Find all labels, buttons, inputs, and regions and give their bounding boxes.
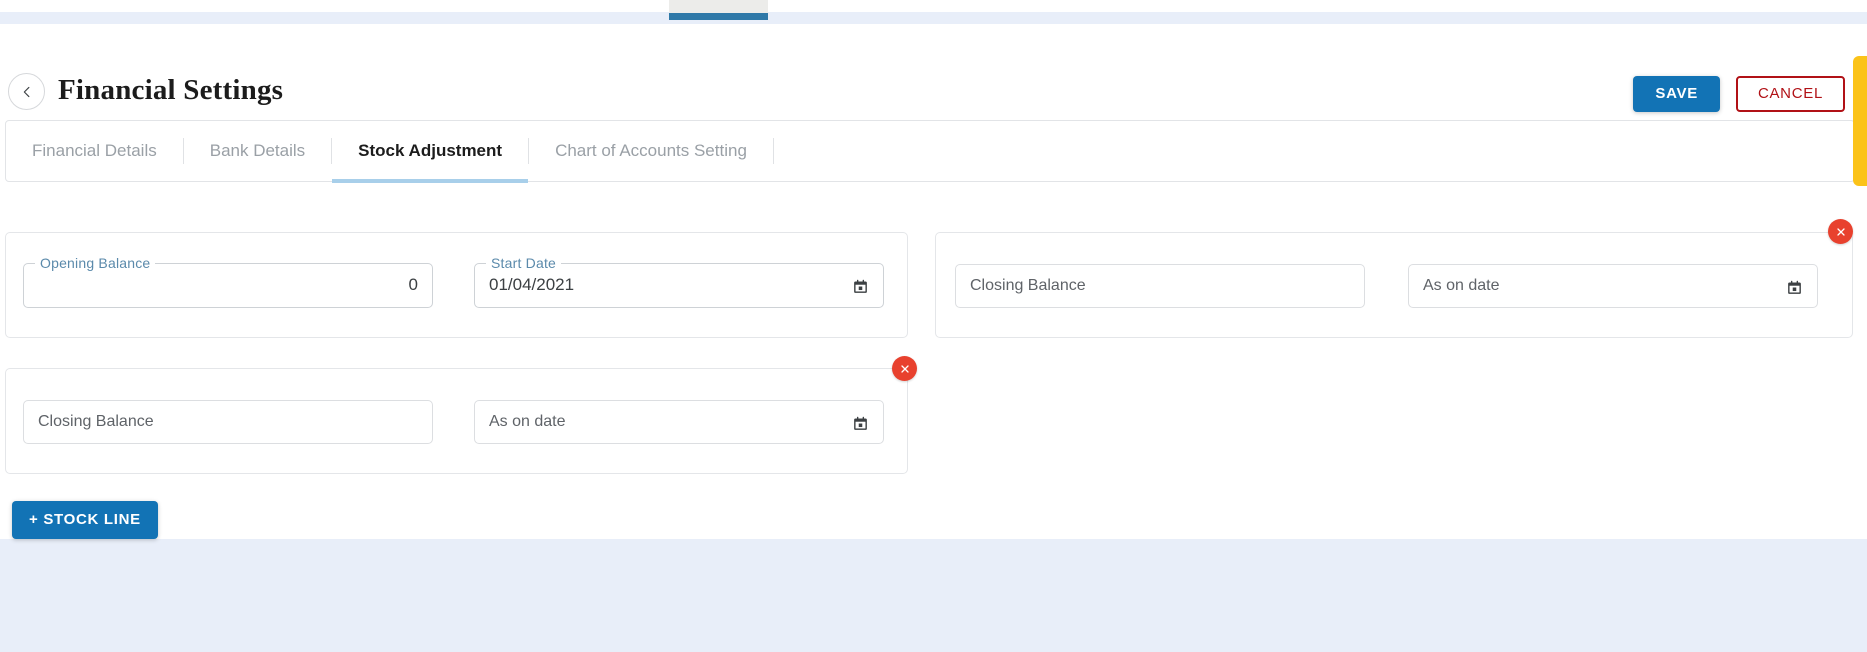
as-on-date-input[interactable]: As on date xyxy=(474,400,884,444)
cancel-button[interactable]: CANCEL xyxy=(1735,76,1845,112)
calendar-icon[interactable] xyxy=(849,412,871,434)
tab-label: Financial Details xyxy=(32,141,157,160)
tab-label: Stock Adjustment xyxy=(358,141,503,160)
opening-balance-value: 0 xyxy=(408,275,418,294)
page-header: Financial Settings SAVE CANCEL xyxy=(0,24,1867,112)
opening-balance-field[interactable]: Opening Balance 0 xyxy=(23,255,433,308)
calendar-icon[interactable] xyxy=(1783,276,1805,298)
start-date-label: Start Date xyxy=(486,255,562,271)
closing-balance-placeholder: Closing Balance xyxy=(970,277,1086,294)
tab-bank-details[interactable]: Bank Details xyxy=(184,121,331,181)
tab-chart-of-accounts-setting[interactable]: Chart of Accounts Setting xyxy=(529,121,773,181)
tabs-row: Financial Details Bank Details Stock Adj… xyxy=(6,121,774,183)
closing-balance-input[interactable]: Closing Balance xyxy=(23,400,433,444)
as-on-date-input[interactable]: As on date xyxy=(1408,264,1818,308)
browser-tab-indicator xyxy=(669,13,768,20)
back-button[interactable] xyxy=(8,73,45,110)
page-root: Financial Settings SAVE CANCEL Financial… xyxy=(0,24,1867,652)
add-stock-line-button[interactable]: + STOCK LINE xyxy=(12,501,158,539)
opening-balance-label: Opening Balance xyxy=(35,255,156,271)
close-icon xyxy=(899,363,911,375)
tab-label: Bank Details xyxy=(209,141,306,160)
tab-stock-adjustment[interactable]: Stock Adjustment xyxy=(332,121,528,183)
start-date-value: 01/04/2021 xyxy=(489,275,575,294)
tabs-card: Financial Details Bank Details Stock Adj… xyxy=(5,120,1855,183)
browser-tab[interactable] xyxy=(669,0,768,14)
delete-stock-line-button[interactable] xyxy=(892,356,917,381)
page-title: Financial Settings xyxy=(58,74,284,106)
chevron-left-icon xyxy=(20,85,34,99)
closing-balance-input[interactable]: Closing Balance xyxy=(955,264,1365,308)
close-icon xyxy=(1835,226,1847,238)
as-on-date-placeholder: As on date xyxy=(489,413,566,430)
header-actions: SAVE CANCEL xyxy=(1633,76,1845,112)
start-date-field[interactable]: Start Date 01/04/2021 xyxy=(474,255,884,308)
delete-stock-line-button[interactable] xyxy=(1828,219,1853,244)
tab-divider xyxy=(772,138,774,164)
browser-tab-strip xyxy=(0,0,1867,24)
edge-notification-panel[interactable] xyxy=(1853,56,1867,186)
tab-financial-details[interactable]: Financial Details xyxy=(6,121,183,181)
calendar-icon[interactable] xyxy=(849,275,871,297)
closing-balance-placeholder: Closing Balance xyxy=(38,413,154,430)
save-button[interactable]: SAVE xyxy=(1633,76,1720,112)
browser-strip-band xyxy=(0,12,1867,24)
as-on-date-placeholder: As on date xyxy=(1423,277,1500,294)
tab-label: Chart of Accounts Setting xyxy=(555,141,747,160)
